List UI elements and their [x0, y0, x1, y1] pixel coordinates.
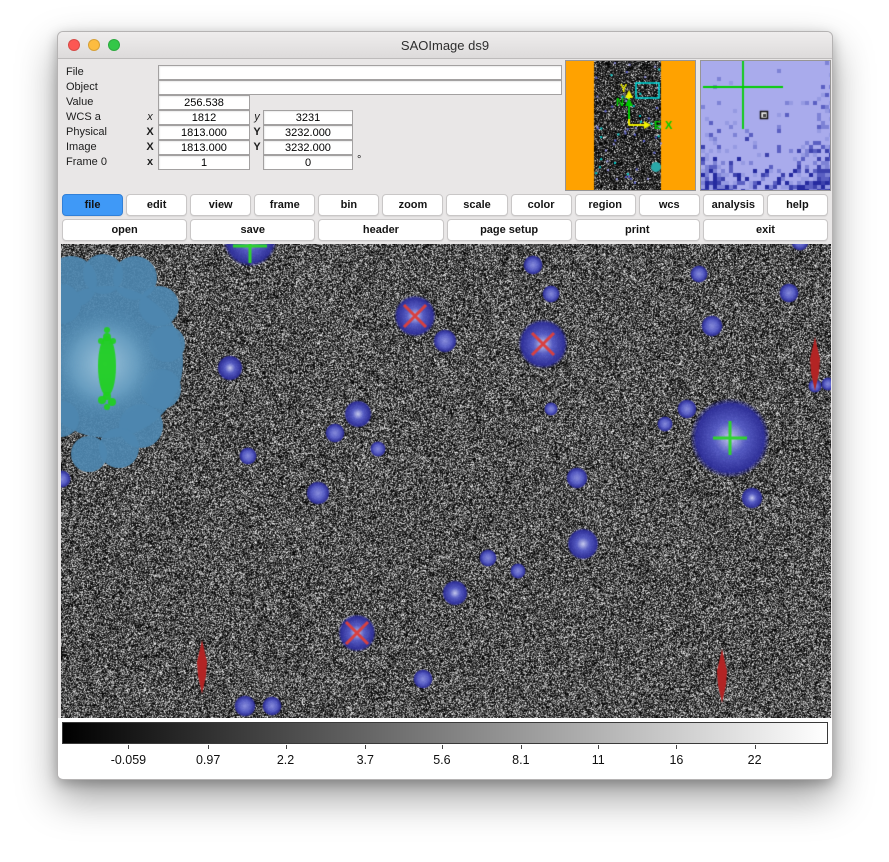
- colorbar-tickmark: [365, 745, 366, 749]
- colorbar-tick-label: 0.97: [196, 753, 220, 767]
- image-label: Image: [66, 141, 97, 153]
- colorbar-tick-label: 2.2: [277, 753, 294, 767]
- window-title: SAOImage ds9: [58, 38, 832, 53]
- colorbar-tick-label: 16: [669, 753, 683, 767]
- frame-x-label: x: [144, 156, 156, 168]
- menu-button-print[interactable]: print: [575, 219, 700, 241]
- physical-label: Physical: [66, 126, 107, 138]
- colorbar-tick-label: 5.6: [433, 753, 450, 767]
- colorbar[interactable]: [62, 722, 828, 744]
- value-label: Value: [66, 96, 93, 108]
- image-canvas[interactable]: [61, 244, 831, 718]
- file-label: File: [66, 66, 84, 78]
- image-frame: [61, 244, 829, 718]
- physical-y-label: Y: [251, 126, 263, 138]
- image-y-label: Y: [251, 141, 263, 153]
- menu-button-header[interactable]: header: [318, 219, 443, 241]
- colorbar-area: -0.059 0.97 2.2 3.7 5.6 8.1 11 16 22: [58, 718, 832, 780]
- title-bar[interactable]: SAOImage ds9: [58, 32, 832, 59]
- wcs-y-label: y: [251, 111, 263, 123]
- menu-button-save[interactable]: save: [190, 219, 315, 241]
- colorbar-tickmark: [521, 745, 522, 749]
- frame-zoom-field[interactable]: [158, 155, 250, 170]
- frame-label: Frame 0: [66, 156, 107, 168]
- panner-canvas[interactable]: [565, 60, 696, 191]
- colorbar-tickmark: [208, 745, 209, 749]
- colorbar-tick-label: 22: [748, 753, 762, 767]
- menu-button-page-setup[interactable]: page setup: [447, 219, 572, 241]
- object-field[interactable]: [158, 80, 562, 95]
- menu-button-color[interactable]: color: [511, 194, 572, 216]
- menu-button-frame[interactable]: frame: [254, 194, 315, 216]
- menu-button-bin[interactable]: bin: [318, 194, 379, 216]
- menu-button-zoom[interactable]: zoom: [382, 194, 443, 216]
- physical-y-field[interactable]: [263, 125, 353, 140]
- menu-button-scale[interactable]: scale: [446, 194, 507, 216]
- menu-button-analysis[interactable]: analysis: [703, 194, 764, 216]
- menu-button-edit[interactable]: edit: [126, 194, 187, 216]
- colorbar-tick-label: 11: [592, 753, 605, 767]
- colorbar-tickmark: [598, 745, 599, 749]
- colorbar-tickmark: [442, 745, 443, 749]
- menu-button-file[interactable]: file: [62, 194, 123, 216]
- colorbar-tickmark: [755, 745, 756, 749]
- frame-rotate-field[interactable]: [263, 155, 353, 170]
- minimize-button[interactable]: [88, 39, 100, 51]
- colorbar-tickmark: [128, 745, 129, 749]
- info-panel: File Object Value WCS a x y Physical X Y…: [58, 59, 832, 191]
- colorbar-tick-label: 3.7: [357, 753, 374, 767]
- menu-bar: fileeditviewframebinzoomscalecolorregion…: [58, 194, 832, 216]
- colorbar-tickmark: [286, 745, 287, 749]
- file-toolbar: opensaveheaderpage setupprintexit: [58, 219, 832, 241]
- menu-button-region[interactable]: region: [575, 194, 636, 216]
- magnifier-canvas: [700, 60, 831, 191]
- degree-symbol: °: [357, 154, 361, 166]
- physical-x-field[interactable]: [158, 125, 250, 140]
- wcs-label: WCS a: [66, 111, 101, 123]
- physical-x-label: X: [144, 126, 156, 138]
- menu-button-view[interactable]: view: [190, 194, 251, 216]
- zoom-button[interactable]: [108, 39, 120, 51]
- ds9-window: SAOImage ds9 File Object Value WCS a x y…: [57, 31, 833, 780]
- colorbar-ticks: -0.059 0.97 2.2 3.7 5.6 8.1 11 16 22: [58, 744, 832, 778]
- file-field[interactable]: [158, 65, 562, 80]
- colorbar-tick-label: 8.1: [512, 753, 529, 767]
- menu-button-wcs[interactable]: wcs: [639, 194, 700, 216]
- menu-button-exit[interactable]: exit: [703, 219, 828, 241]
- wcs-x-field[interactable]: [158, 110, 250, 125]
- value-field[interactable]: [158, 95, 250, 110]
- image-y-field[interactable]: [263, 140, 353, 155]
- wcs-x-label: x: [144, 111, 156, 123]
- object-label: Object: [66, 81, 98, 93]
- close-button[interactable]: [68, 39, 80, 51]
- colorbar-tickmark: [676, 745, 677, 749]
- menu-button-help[interactable]: help: [767, 194, 828, 216]
- colorbar-tick-label: -0.059: [111, 753, 146, 767]
- image-x-label: X: [144, 141, 156, 153]
- image-x-field[interactable]: [158, 140, 250, 155]
- wcs-y-field[interactable]: [263, 110, 353, 125]
- menu-button-open[interactable]: open: [62, 219, 187, 241]
